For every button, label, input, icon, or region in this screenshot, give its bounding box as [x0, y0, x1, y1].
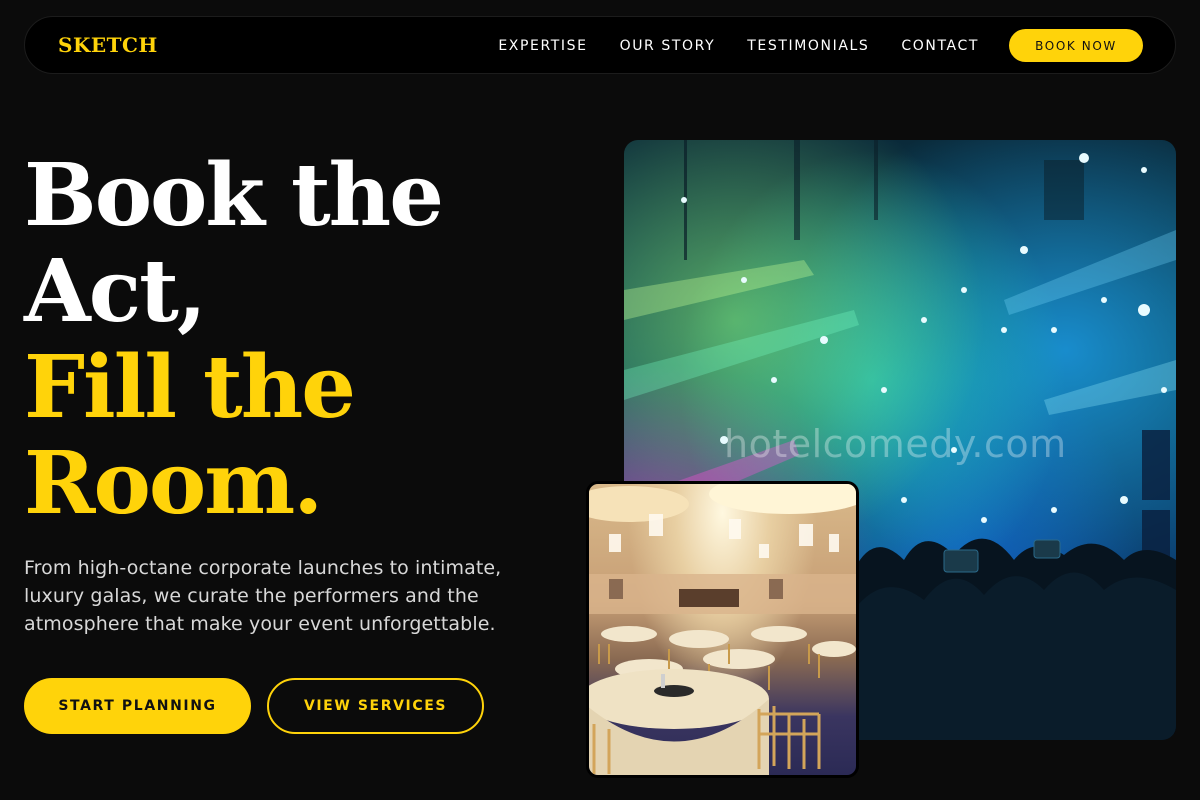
view-services-button[interactable]: VIEW SERVICES: [267, 678, 484, 734]
nav-link-expertise[interactable]: EXPERTISE: [498, 38, 587, 54]
book-now-button[interactable]: BOOK NOW: [1009, 29, 1143, 62]
image-watermark: hotelcomedy.com: [724, 422, 1067, 466]
hero-headline: Book the Act, Fill the Room.: [24, 145, 444, 534]
brand-logo[interactable]: SKETCH: [58, 33, 158, 57]
headline-accent-line-1: Fill the: [24, 337, 356, 438]
headline-accent-line-2: Room.: [24, 433, 323, 534]
nav-link-our-story[interactable]: OUR STORY: [620, 38, 716, 54]
start-planning-button[interactable]: START PLANNING: [24, 678, 251, 734]
nav-links: EXPERTISE OUR STORY TESTIMONIALS CONTACT: [498, 17, 979, 75]
hero-subtitle: From high-octane corporate launches to i…: [24, 557, 502, 635]
headline-line-1: Book the: [24, 145, 444, 246]
headline-line-2: Act,: [24, 241, 207, 342]
ballroom-image: [586, 481, 859, 778]
ballroom-illustration: [589, 484, 856, 775]
top-nav: SKETCH EXPERTISE OUR STORY TESTIMONIALS …: [24, 16, 1176, 74]
nav-link-contact[interactable]: CONTACT: [901, 38, 979, 54]
nav-link-testimonials[interactable]: TESTIMONIALS: [747, 38, 869, 54]
